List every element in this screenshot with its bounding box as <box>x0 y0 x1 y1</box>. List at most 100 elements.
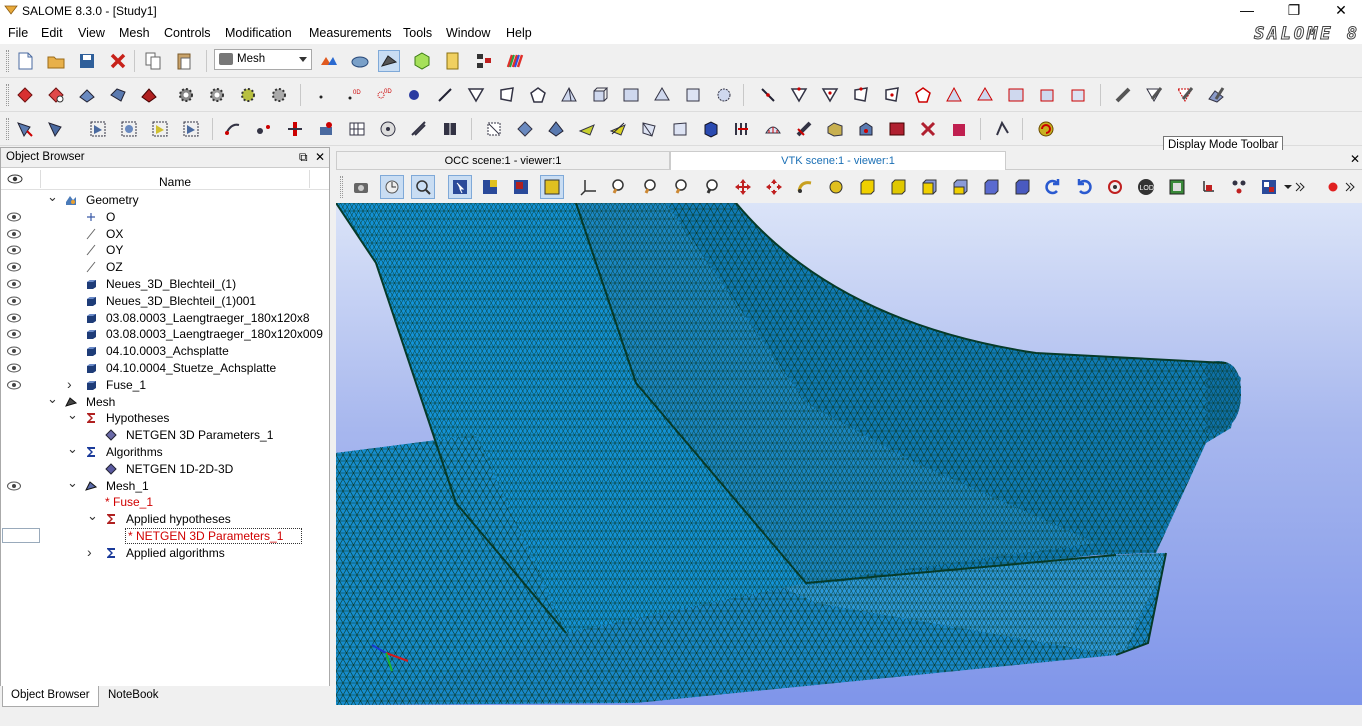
quadratic-pyramid-icon[interactable] <box>974 84 996 106</box>
display-mode-icon[interactable] <box>1259 176 1281 198</box>
tree-row[interactable]: OZ <box>1 259 329 276</box>
sew-icon[interactable] <box>346 118 368 140</box>
add-elements-on-boundary-icon[interactable] <box>886 118 908 140</box>
cutting-of-quadrangles-icon[interactable] <box>669 118 691 140</box>
close-button[interactable]: ✕ <box>1318 0 1362 22</box>
tree-row[interactable]: ⌄ Mesh <box>1 391 329 411</box>
lod-icon[interactable]: LOD <box>1135 176 1157 198</box>
tree-row[interactable]: 04.10.0003_Achsplatte <box>1 343 329 360</box>
quadratic-hexahedron-icon[interactable] <box>1036 84 1058 106</box>
menu-edit[interactable]: Edit <box>41 26 63 40</box>
filter-icon[interactable] <box>87 118 109 140</box>
visibility-eye-icon[interactable] <box>7 244 21 255</box>
column-divider[interactable] <box>40 170 41 188</box>
extrusion-icon[interactable] <box>483 118 505 140</box>
triquadratic-hexahedron-icon[interactable] <box>1067 84 1089 106</box>
duplicate-nodes-icon[interactable] <box>824 118 846 140</box>
toolbar-grip[interactable] <box>6 118 9 140</box>
0d-element-icon[interactable]: 0D <box>341 84 363 106</box>
smesh-module-icon[interactable] <box>349 50 371 72</box>
toolbar-extension-icon[interactable] <box>1294 176 1306 198</box>
chevron-down-icon[interactable]: ⌄ <box>67 407 78 422</box>
save-icon[interactable] <box>76 50 98 72</box>
column-divider[interactable] <box>309 170 310 188</box>
geometry-module-icon[interactable] <box>318 50 340 72</box>
toolbar-extension-icon[interactable] <box>1344 176 1356 198</box>
recompute-icon[interactable] <box>1035 118 1057 140</box>
tree-row[interactable]: Neues_3D_Blechteil_(1)001 <box>1 293 329 310</box>
trihedron-icon[interactable] <box>578 176 600 198</box>
make-2d-from-3d-icon[interactable] <box>855 118 877 140</box>
open-folder-icon[interactable] <box>45 50 67 72</box>
gear-icon[interactable] <box>268 84 290 106</box>
quadratic-tetrahedron-icon[interactable] <box>943 84 965 106</box>
tree-row[interactable]: 04.10.0004_Stuetze_Achsplatte <box>1 360 329 377</box>
tree-row[interactable]: * NETGEN 3D Parameters_1 <box>1 528 329 545</box>
mesh-3d-render[interactable] <box>336 203 1362 705</box>
ball-element-icon[interactable] <box>403 84 425 106</box>
edit-mesh-icon[interactable] <box>76 84 98 106</box>
maximize-button[interactable]: ❐ <box>1271 0 1317 22</box>
chevron-down-icon[interactable] <box>1282 176 1294 198</box>
select-edge-icon[interactable] <box>510 176 532 198</box>
gear-icon[interactable] <box>237 84 259 106</box>
top-view-icon[interactable] <box>918 176 940 198</box>
quadratic-edge-icon[interactable] <box>757 84 779 106</box>
chevron-right-icon[interactable]: › <box>67 376 77 392</box>
jobmanager-module-icon[interactable] <box>473 50 495 72</box>
node-icon[interactable] <box>310 84 332 106</box>
visibility-eye-icon[interactable] <box>7 379 21 390</box>
biquadratic-quadrangle-icon[interactable] <box>881 84 903 106</box>
tree-row[interactable]: ⌄ Geometry <box>1 189 329 209</box>
tree-row[interactable]: ⌄ Algorithms <box>1 441 329 461</box>
0d-on-nodes-icon[interactable]: 0D <box>372 84 394 106</box>
quadratic-polygon-icon[interactable] <box>912 84 934 106</box>
visibility-eye-icon[interactable] <box>7 328 21 339</box>
minimize-button[interactable]: — <box>1224 0 1270 22</box>
scale-icon[interactable] <box>315 118 337 140</box>
remove-elements-icon[interactable] <box>1143 84 1165 106</box>
quadratic-quadrangle-icon[interactable] <box>850 84 872 106</box>
visibility-eye-icon[interactable] <box>7 362 21 373</box>
menu-mesh[interactable]: Mesh <box>119 26 150 40</box>
merge-elements-icon[interactable] <box>408 118 430 140</box>
gear-icon[interactable] <box>206 84 228 106</box>
interaction-style-icon[interactable] <box>380 175 404 199</box>
rotate-anticlockwise-icon[interactable] <box>1042 176 1064 198</box>
tree-row[interactable]: ⌄ Applied hypotheses <box>1 508 329 528</box>
polygon-icon[interactable] <box>527 84 549 106</box>
cut-groups-icon[interactable] <box>180 118 202 140</box>
clear-mesh-icon[interactable] <box>1205 84 1227 106</box>
fit-all-icon[interactable] <box>639 176 661 198</box>
symmetry-icon[interactable] <box>284 118 306 140</box>
zooming-style-icon[interactable] <box>411 175 435 199</box>
menu-help[interactable]: Help <box>506 26 532 40</box>
paravis-module-icon[interactable] <box>411 50 433 72</box>
reset-view-icon[interactable] <box>1104 176 1126 198</box>
tree-row[interactable]: NETGEN 1D-2D-3D <box>1 461 329 478</box>
tab-vtk-viewer[interactable]: VTK scene:1 - viewer:1 <box>670 151 1006 170</box>
clipping-icon[interactable] <box>1197 176 1219 198</box>
merge-nodes-icon[interactable] <box>377 118 399 140</box>
tree-row[interactable]: 03.08.0003_Laengtraeger_180x120x009 <box>1 326 329 343</box>
chevron-down-icon[interactable]: ⌄ <box>47 189 58 204</box>
fields-module-icon[interactable] <box>504 50 526 72</box>
paste-icon[interactable] <box>173 50 195 72</box>
tree-row[interactable]: ⌄ Hypotheses <box>1 407 329 427</box>
zoom-icon[interactable] <box>608 176 630 198</box>
tab-notebook[interactable]: NoteBook <box>100 686 167 707</box>
close-document-icon[interactable] <box>107 50 129 72</box>
diagonal-inversion-icon[interactable] <box>607 118 629 140</box>
smoothing-icon[interactable] <box>762 118 784 140</box>
triangle-icon[interactable] <box>465 84 487 106</box>
select-node-icon[interactable] <box>448 175 472 199</box>
union-of-triangles-icon[interactable] <box>638 118 660 140</box>
left-view-icon[interactable] <box>980 176 1002 198</box>
module-selector-combo[interactable]: Mesh <box>214 49 312 70</box>
hexagonal-prism-icon[interactable] <box>682 84 704 106</box>
visibility-column-eye-icon[interactable] <box>7 174 23 184</box>
tab-occ-viewer[interactable]: OCC scene:1 - viewer:1 <box>336 151 670 170</box>
quadratic-pentahedron-icon[interactable] <box>1005 84 1027 106</box>
chevron-down-icon[interactable]: ⌄ <box>67 475 78 490</box>
visibility-eye-icon[interactable] <box>7 228 21 239</box>
